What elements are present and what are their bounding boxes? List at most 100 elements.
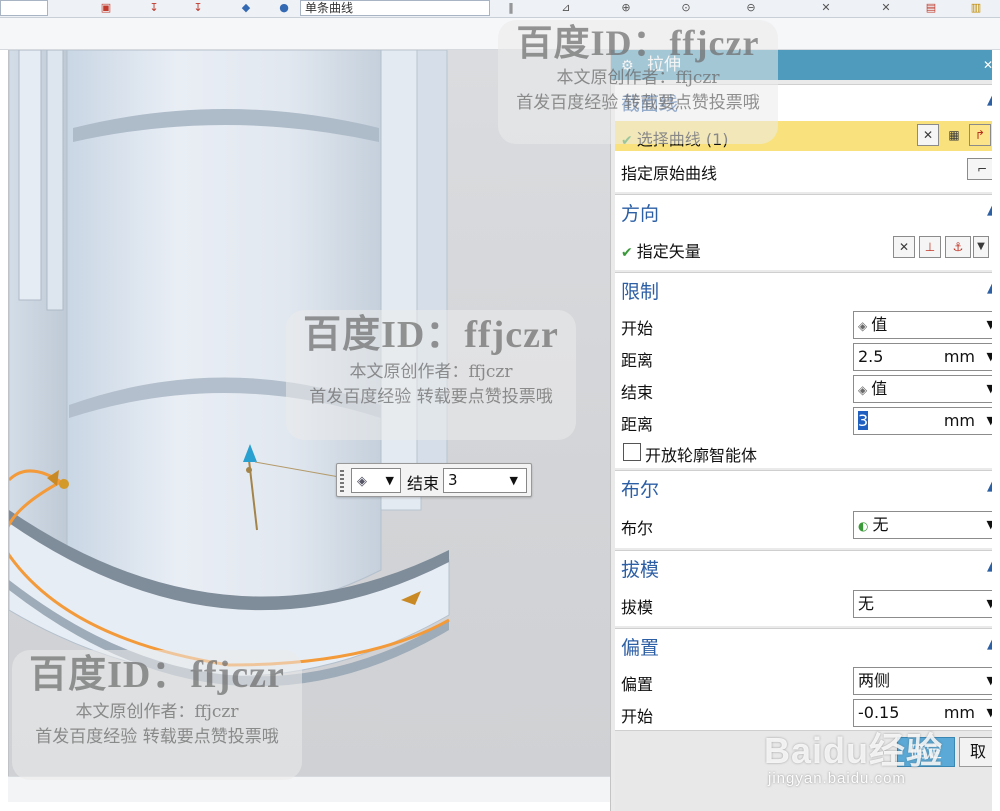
cube-icon: ◈ — [858, 319, 868, 333]
limit-start-dropdown[interactable]: ◈ 值 ▼ — [853, 311, 1000, 339]
unit-label: mm — [943, 347, 975, 366]
unit-label: mm — [943, 703, 975, 722]
offset-start-label: 开始 — [621, 707, 654, 726]
limit-end-value: 值 — [871, 379, 888, 398]
section-draft-title: 拔模 — [621, 559, 660, 581]
open-profile-label: 开放轮廓智能体 — [645, 446, 758, 465]
section-builder-icon[interactable]: ↱ — [969, 124, 991, 146]
boolean-dropdown[interactable]: ◐ 无 ▼ — [853, 511, 1000, 539]
toolbar-icon-4[interactable]: ◆ — [240, 2, 252, 14]
section-direction-header[interactable]: 方向 ▲ — [615, 195, 1000, 229]
section-boolean: 布尔 ▲ 布尔 ◐无 ▼ — [615, 470, 1000, 548]
toolbar-icon-13[interactable]: ▤ — [925, 2, 937, 14]
toolbar-icon-9[interactable]: ⊙ — [680, 2, 692, 14]
section-offset: 偏置 ▲ 偏置 两侧 ▼ 开始 -0.15 mm ▼ — [615, 628, 1000, 730]
limit-start-row: 开始 ◈ 值 ▼ — [615, 310, 1000, 340]
toolbar-icon-14[interactable]: ▥ — [970, 2, 982, 14]
limit-start-distance-value: 2.5 — [858, 347, 884, 366]
drag-grip-icon[interactable] — [340, 470, 344, 492]
toolbar-icon-2[interactable]: ↧ — [148, 2, 160, 14]
limit-start-distance-input[interactable]: 2.5 mm ▼ — [853, 343, 1000, 371]
toolbar-icon-10[interactable]: ⊖ — [745, 2, 757, 14]
toolbar-left-field[interactable] — [0, 0, 48, 16]
section-curve: 截面线 ▲ ✔选择曲线 (1) ✕ ▦ ↱ 指定原始曲线 ⌐ — [615, 84, 1000, 192]
limit-end-label: 结束 — [621, 383, 654, 402]
offset-type-row: 偏置 两侧 ▼ — [615, 666, 1000, 696]
chevron-down-icon: ▼ — [509, 474, 518, 487]
boolean-none-icon: ◐ — [858, 519, 869, 533]
specify-original-row[interactable]: 指定原始曲线 ⌐ — [615, 155, 1000, 185]
cube-icon: ◈ — [357, 474, 367, 489]
boolean-label: 布尔 — [621, 519, 654, 538]
check-icon: ✔ — [621, 245, 633, 261]
limit-start-label: 开始 — [621, 319, 654, 338]
specify-vector-row[interactable]: ✔ 指定矢量 ✕ ⊥ ⚓ ▼ — [615, 233, 1000, 263]
section-limits-title: 限制 — [621, 281, 660, 303]
select-curve-row[interactable]: ✔ 选择曲线 (1) ✕ ▦ ↱ — [615, 121, 1000, 151]
offset-type-dropdown[interactable]: 两侧 ▼ — [853, 667, 1000, 695]
toolbar-icon-8[interactable]: ⊕ — [620, 2, 632, 14]
toolbar-icon-1[interactable]: ▣ — [100, 2, 112, 14]
section-curve-header[interactable]: 截面线 ▲ — [615, 85, 1000, 119]
dialog-title-bar[interactable]: ⚙ 拉伸 ✕ — [611, 50, 1000, 80]
graphics-viewport[interactable] — [8, 50, 610, 776]
gear-icon: ⚙ — [621, 58, 634, 74]
dialog-title: 拉伸 — [646, 55, 681, 75]
toolbar-icon-12[interactable]: ✕ — [880, 2, 892, 14]
open-profile-row[interactable]: 开放轮廓智能体 — [615, 437, 1000, 467]
limit-end-distance-value: 3 — [858, 411, 869, 430]
floating-end-value[interactable]: 3 ▼ — [443, 468, 527, 493]
baidu-jingyan-logo: Baidu经验 — [764, 730, 944, 771]
limit-end-distance-label: 距离 — [621, 415, 654, 434]
toolbar-icon-11[interactable]: ✕ — [820, 2, 832, 14]
vector-dialog-icon[interactable]: ⊥ — [919, 236, 941, 258]
offset-label: 偏置 — [621, 675, 654, 694]
select-curve-label: 选择曲线 (1) — [636, 130, 729, 149]
limit-start-distance-row: 距离 2.5 mm ▼ — [615, 342, 1000, 372]
chevron-down-icon: ▼ — [385, 474, 394, 487]
curve-filter-field[interactable]: 单条曲线 — [300, 0, 490, 16]
floating-limit-widget: ◈ ▼ 结束 3 ▼ — [336, 463, 532, 497]
limit-end-dropdown[interactable]: ◈ 值 ▼ — [853, 375, 1000, 403]
limit-type-dropdown[interactable]: ◈ ▼ — [351, 468, 401, 493]
limit-end-distance-input[interactable]: 3 mm ▼ — [853, 407, 1000, 435]
toolbar-icon-7[interactable]: ⊿ — [560, 2, 572, 14]
window-frame-right — [992, 50, 1000, 811]
cube-icon: ◈ — [858, 383, 868, 397]
specify-original-label: 指定原始曲线 — [621, 164, 718, 183]
limit-start-value: 值 — [871, 315, 888, 334]
draft-row: 拔模 无 ▼ — [615, 589, 1000, 619]
sketch-icon[interactable]: ▦ — [943, 124, 965, 146]
floating-end-label: 结束 — [407, 474, 440, 493]
section-offset-title: 偏置 — [621, 637, 660, 659]
section-direction: 方向 ▲ ✔指定矢量 ✕ ⊥ ⚓ ▼ — [615, 194, 1000, 270]
section-offset-header[interactable]: 偏置 ▲ — [615, 629, 1000, 663]
limit-start-distance-label: 距离 — [621, 351, 654, 370]
draft-dropdown[interactable]: 无 ▼ — [853, 590, 1000, 618]
limit-end-distance-row: 距离 3 mm ▼ — [615, 406, 1000, 436]
toolbar-icon-6[interactable]: ‖ — [505, 2, 517, 14]
open-profile-checkbox[interactable] — [623, 443, 641, 461]
toolbar-icon-3[interactable]: ↧ — [192, 2, 204, 14]
curve-rule-icon[interactable]: ✕ — [917, 124, 939, 146]
boolean-row: 布尔 ◐ 无 ▼ — [615, 510, 1000, 540]
section-limits-header[interactable]: 限制 ▲ — [615, 273, 1000, 307]
toolbar-subbar — [0, 18, 1000, 50]
limit-end-row: 结束 ◈ 值 ▼ — [615, 374, 1000, 404]
draft-label: 拔模 — [621, 598, 654, 617]
section-curve-title: 截面线 — [621, 93, 679, 115]
section-limits: 限制 ▲ 开始 ◈值 ▼ 距离 2.5 mm ▼ 结束 ◈值 ▼ — [615, 272, 1000, 468]
top-toolbar: ▣ ↧ ↧ ◆ ● 单条曲线 ‖ ⊿ ⊕ ⊙ ⊖ ✕ ✕ ▤ ▥ — [0, 0, 1000, 18]
baidu-jingyan-url: jingyan.baidu.com — [768, 770, 906, 787]
section-direction-title: 方向 — [621, 203, 660, 225]
chevron-down-icon[interactable]: ▼ — [973, 236, 989, 258]
check-icon: ✔ — [621, 133, 633, 149]
reverse-direction-icon[interactable]: ✕ — [893, 236, 915, 258]
section-draft-header[interactable]: 拔模 ▲ — [615, 551, 1000, 585]
floating-end-value-text: 3 — [448, 471, 458, 489]
section-draft: 拔模 ▲ 拔模 无 ▼ — [615, 550, 1000, 626]
unit-label: mm — [943, 411, 975, 430]
toolbar-icon-5[interactable]: ● — [278, 2, 290, 14]
section-boolean-header[interactable]: 布尔 ▲ — [615, 471, 1000, 505]
vector-type-icon[interactable]: ⚓ — [945, 236, 971, 258]
